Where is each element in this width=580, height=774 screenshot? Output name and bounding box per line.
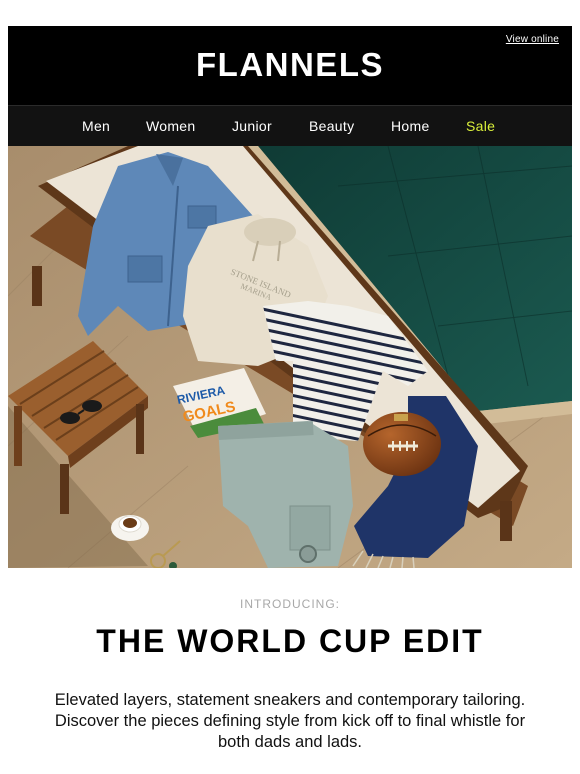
eyebrow-label: INTRODUCING:	[240, 597, 340, 611]
hero-illustration: STONE ISLAND MARINA RIVIERA GOALS	[8, 146, 572, 568]
main-nav: Men Women Junior Beauty Home Sale	[8, 106, 572, 146]
brand-logo[interactable]: FLANNELS	[8, 46, 572, 84]
nav-item-home[interactable]: Home	[391, 118, 430, 134]
view-online-link[interactable]: View online	[506, 34, 559, 45]
hero-image[interactable]: STONE ISLAND MARINA RIVIERA GOALS	[8, 146, 572, 568]
espresso-cup	[111, 515, 149, 541]
nav-item-sale[interactable]: Sale	[466, 118, 495, 134]
nav-item-men[interactable]: Men	[82, 118, 110, 134]
email-header: View online FLANNELS	[8, 26, 572, 105]
nav-item-junior[interactable]: Junior	[232, 118, 272, 134]
nav-item-women[interactable]: Women	[146, 118, 195, 134]
body-paragraph: Elevated layers, statement sneakers and …	[54, 691, 526, 751]
nav-item-beauty[interactable]: Beauty	[309, 118, 354, 134]
page-headline: THE WORLD CUP EDIT	[96, 623, 484, 659]
email-frame: View online FLANNELS Men Women Junior Be…	[8, 26, 572, 774]
leather-ball	[363, 412, 441, 476]
